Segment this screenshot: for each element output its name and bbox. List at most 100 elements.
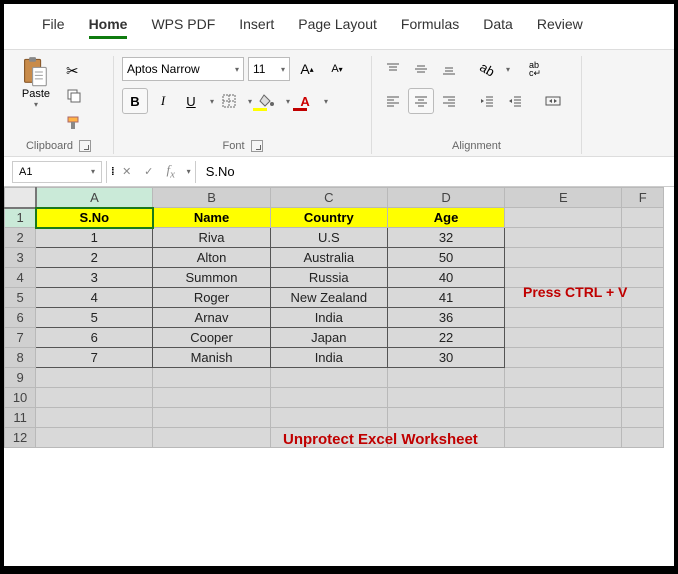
decrease-font-icon[interactable]: A▾: [324, 56, 350, 82]
align-middle-icon[interactable]: [408, 56, 434, 82]
cell[interactable]: 36: [387, 308, 504, 328]
cell[interactable]: Age: [387, 208, 504, 228]
cell[interactable]: Summon: [153, 268, 270, 288]
tab-review[interactable]: Review: [537, 16, 583, 39]
cell[interactable]: S.No: [36, 208, 153, 228]
cell[interactable]: [153, 368, 270, 388]
cell[interactable]: Alton: [153, 248, 270, 268]
cell[interactable]: [505, 248, 622, 268]
cell[interactable]: Russia: [270, 268, 387, 288]
cell[interactable]: Roger: [153, 288, 270, 308]
row-header[interactable]: 3: [5, 248, 36, 268]
italic-button[interactable]: I: [150, 88, 176, 114]
align-top-icon[interactable]: [380, 56, 406, 82]
font-size-select[interactable]: 11▾: [248, 57, 290, 81]
tab-data[interactable]: Data: [483, 16, 513, 39]
cell[interactable]: Name: [153, 208, 270, 228]
chevron-down-icon[interactable]: ▾: [210, 97, 214, 106]
cell[interactable]: [622, 268, 664, 288]
cell[interactable]: 22: [387, 328, 504, 348]
cell[interactable]: 3: [36, 268, 153, 288]
worksheet[interactable]: A B C D E F 1 S.No Name Country Age 21Ri…: [4, 187, 674, 448]
col-header-f[interactable]: F: [622, 188, 664, 208]
fx-icon[interactable]: fx: [161, 162, 181, 181]
cell[interactable]: [622, 348, 664, 368]
col-header-b[interactable]: B: [153, 188, 270, 208]
row-header[interactable]: 12: [5, 428, 36, 448]
cell[interactable]: [36, 428, 153, 448]
cell[interactable]: 5: [36, 308, 153, 328]
cell[interactable]: [622, 328, 664, 348]
cell[interactable]: [505, 428, 622, 448]
cell[interactable]: [387, 368, 504, 388]
row-header[interactable]: 6: [5, 308, 36, 328]
row-header[interactable]: 11: [5, 408, 36, 428]
col-header-a[interactable]: A: [36, 188, 153, 208]
cell[interactable]: [36, 408, 153, 428]
tab-wps-pdf[interactable]: WPS PDF: [151, 16, 215, 39]
cell[interactable]: [387, 408, 504, 428]
cell[interactable]: [505, 228, 622, 248]
cell[interactable]: 30: [387, 348, 504, 368]
borders-button[interactable]: [216, 88, 242, 114]
decrease-indent-icon[interactable]: [474, 88, 500, 114]
cell[interactable]: [505, 348, 622, 368]
colon-icon[interactable]: ⁞: [111, 166, 115, 178]
cell[interactable]: [153, 428, 270, 448]
format-painter-icon[interactable]: [66, 115, 82, 134]
row-header[interactable]: 4: [5, 268, 36, 288]
col-header-e[interactable]: E: [505, 188, 622, 208]
align-left-icon[interactable]: [380, 88, 406, 114]
cell[interactable]: [505, 368, 622, 388]
cell[interactable]: [36, 388, 153, 408]
cell[interactable]: [36, 368, 153, 388]
row-header[interactable]: 5: [5, 288, 36, 308]
chevron-down-icon[interactable]: ▾: [286, 97, 290, 106]
increase-font-icon[interactable]: A▴: [294, 56, 320, 82]
cell[interactable]: Country: [270, 208, 387, 228]
cell[interactable]: [153, 388, 270, 408]
col-header-d[interactable]: D: [387, 188, 504, 208]
tab-page-layout[interactable]: Page Layout: [298, 16, 377, 39]
cell[interactable]: 1: [36, 228, 153, 248]
row-header[interactable]: 7: [5, 328, 36, 348]
cell[interactable]: [270, 388, 387, 408]
cell[interactable]: Arnav: [153, 308, 270, 328]
increase-indent-icon[interactable]: [502, 88, 528, 114]
cell[interactable]: [622, 368, 664, 388]
cell[interactable]: [505, 388, 622, 408]
cell[interactable]: 50: [387, 248, 504, 268]
cell[interactable]: New Zealand: [270, 288, 387, 308]
chevron-down-icon[interactable]: ▾: [187, 167, 191, 176]
row-header[interactable]: 8: [5, 348, 36, 368]
cell[interactable]: [622, 228, 664, 248]
align-center-icon[interactable]: [408, 88, 434, 114]
enter-icon[interactable]: ✓: [139, 165, 159, 178]
cell[interactable]: [622, 408, 664, 428]
cell[interactable]: [622, 248, 664, 268]
cell[interactable]: Australia: [270, 248, 387, 268]
cell[interactable]: [505, 308, 622, 328]
underline-button[interactable]: U: [178, 88, 204, 114]
cell[interactable]: [622, 428, 664, 448]
cell[interactable]: [622, 288, 664, 308]
merge-center-icon[interactable]: [540, 88, 566, 114]
align-bottom-icon[interactable]: [436, 56, 462, 82]
chevron-down-icon[interactable]: ▾: [248, 97, 252, 106]
cell[interactable]: U.S: [270, 228, 387, 248]
font-name-select[interactable]: Aptos Narrow▾: [122, 57, 244, 81]
orientation-icon[interactable]: ab: [474, 56, 500, 82]
chevron-down-icon[interactable]: ▾: [324, 97, 328, 106]
cell[interactable]: 40: [387, 268, 504, 288]
row-header[interactable]: 2: [5, 228, 36, 248]
bold-button[interactable]: B: [122, 88, 148, 114]
tab-home[interactable]: Home: [89, 16, 128, 39]
cell[interactable]: [505, 408, 622, 428]
wrap-text-icon[interactable]: abc↵: [522, 56, 548, 82]
cell[interactable]: 4: [36, 288, 153, 308]
cell[interactable]: [270, 408, 387, 428]
copy-icon[interactable]: [66, 88, 82, 107]
font-color-button[interactable]: A: [292, 88, 318, 114]
cell[interactable]: Cooper: [153, 328, 270, 348]
cell[interactable]: 6: [36, 328, 153, 348]
